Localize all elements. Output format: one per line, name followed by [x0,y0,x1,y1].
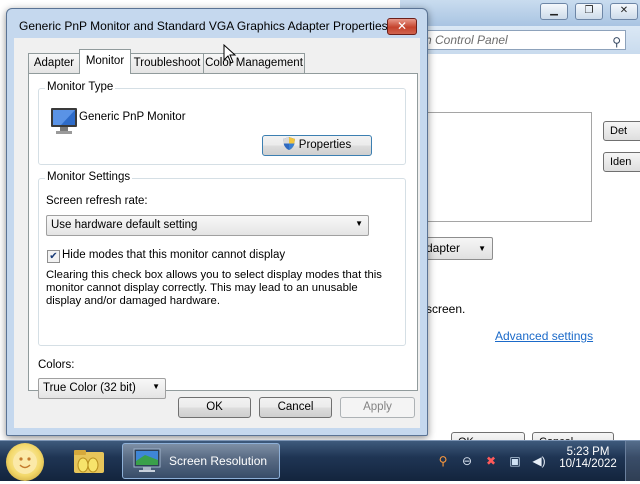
dialog-client: Adapter Monitor Troubleshoot Color Manag… [14,38,420,428]
chevron-down-icon: ▼ [355,219,363,228]
minus-tray-icon[interactable]: ⊖ [460,454,474,468]
clock[interactable]: 5:23 PM 10/14/2022 [556,446,620,470]
display-icon [133,448,161,472]
maximize-button[interactable]: ❐ [575,3,603,20]
apply-button[interactable]: Apply [340,397,415,418]
colors-select[interactable]: True Color (32 bit) ▼ [38,378,166,399]
close-button[interactable]: ✕ [610,3,638,20]
hide-modes-label[interactable]: Hide modes that this monitor cannot disp… [62,249,285,261]
monitor-icon [51,108,77,134]
advanced-settings-link[interactable]: Advanced settings [495,329,593,343]
minimize-button[interactable]: ▁ [540,3,568,20]
folder-icon[interactable] [72,447,106,475]
properties-dialog: Generic PnP Monitor and Standard VGA Gra… [6,8,428,436]
cancel-button[interactable]: Cancel [259,397,332,418]
properties-button[interactable]: Properties [262,135,372,156]
monitor-settings-group: Monitor Settings Screen refresh rate: Us… [38,171,406,346]
screen-resolution-window: ▁ ❐ ✕ rch Control Panel ⚲ Det Iden dapte… [400,0,640,440]
network-error-icon[interactable]: ✖ [484,454,498,468]
dialog-title: Generic PnP Monitor and Standard VGA Gra… [19,19,388,33]
taskbar: Screen Resolution ⚲ ⊖ ✖ ▣ ◀) 5:23 PM 10/… [0,440,640,481]
clock-date: 10/14/2022 [559,458,617,470]
monitor-type-label: Monitor Type [45,81,116,93]
close-icon: ✕ [396,19,408,33]
close-button[interactable]: ✕ [387,18,417,35]
clock-time: 5:23 PM [566,446,610,458]
screen-text: screen. [426,302,466,316]
uac-shield-icon [282,137,295,150]
show-desktop-button[interactable] [625,441,640,481]
search-input[interactable]: rch Control Panel ⚲ [410,30,626,50]
chevron-down-icon: ▼ [478,244,486,253]
detect-button[interactable]: Det [603,121,640,141]
display-preview[interactable] [422,112,592,222]
start-button[interactable] [6,443,44,481]
tab-troubleshoot[interactable]: Troubleshoot [130,53,204,73]
monitor-settings-label: Monitor Settings [45,171,133,183]
monitor-tab-panel: Monitor Type Generic PnP Monitor Propert… [28,73,418,399]
monitor-type-group: Monitor Type Generic PnP Monitor Propert… [38,81,406,165]
hide-modes-description: Clearing this check box allows you to se… [46,269,382,307]
chevron-down-icon: ▼ [152,382,160,391]
mouse-cursor-icon [223,44,237,64]
background-titlebar: ▁ ❐ ✕ [400,0,640,26]
refresh-rate-select[interactable]: Use hardware default setting ▼ [46,215,369,236]
bg-cancel-button[interactable]: Cancel [532,432,614,440]
colors-label: Colors: [38,359,75,371]
bg-ok-button[interactable]: OK [451,432,525,440]
start-orb-icon [13,450,37,474]
tab-adapter[interactable]: Adapter [28,53,80,73]
action-center-icon[interactable]: ▣ [508,454,522,468]
monitor-name: Generic PnP Monitor [79,111,186,123]
taskbar-item-label: Screen Resolution [169,454,268,468]
identify-button[interactable]: Iden [603,152,640,172]
refresh-rate-label: Screen refresh rate: [46,195,148,207]
hide-modes-checkbox[interactable]: ✔ [47,250,60,263]
tab-color-management[interactable]: Color Management [203,53,305,73]
address-bar: rch Control Panel ⚲ [400,26,640,54]
search-icon: ⚲ [612,35,621,49]
tab-monitor[interactable]: Monitor [79,49,131,74]
taskbar-item-screen-resolution[interactable]: Screen Resolution [122,443,280,479]
volume-icon[interactable]: ◀) [532,454,546,468]
search-tray-icon[interactable]: ⚲ [436,454,450,468]
ok-button[interactable]: OK [178,397,251,418]
